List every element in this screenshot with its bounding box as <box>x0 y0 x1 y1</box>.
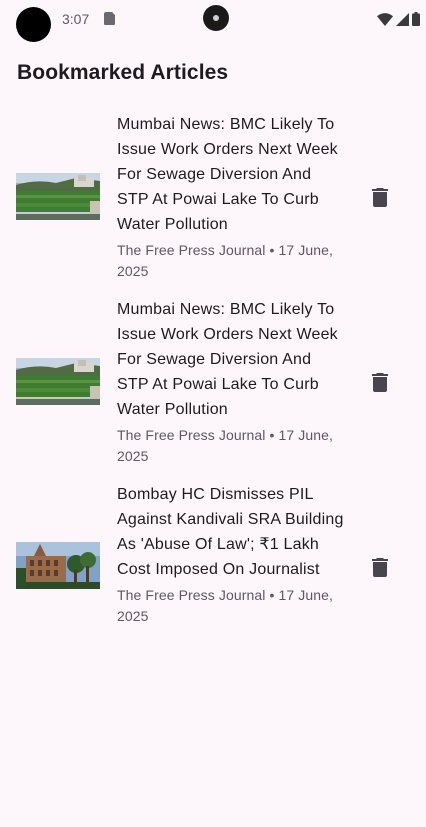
front-camera-cutout <box>16 7 51 42</box>
article-thumbnail-court <box>16 542 100 589</box>
article-thumbnail-lake <box>16 173 100 220</box>
article-headline[interactable]: Mumbai News: BMC Likely To Issue Work Or… <box>117 297 345 422</box>
page-title: Bookmarked Articles <box>17 61 229 84</box>
high-court-building-image <box>16 542 100 589</box>
article-thumbnail-lake <box>16 358 100 405</box>
cell-signal-icon <box>396 12 409 26</box>
article-list-item[interactable]: Bombay HC Dismisses PIL Against Kandival… <box>0 478 426 663</box>
article-headline[interactable]: Bombay HC Dismisses PIL Against Kandival… <box>117 482 345 582</box>
article-text: Bombay HC Dismisses PIL Against Kandival… <box>117 482 345 627</box>
status-time: 3:07 <box>62 11 90 27</box>
notch-camera <box>203 5 229 31</box>
article-source-date: The Free Press Journal • 17 June, 2025 <box>117 242 333 279</box>
lake-landscape-image <box>16 358 100 405</box>
sim-card-icon <box>104 12 115 25</box>
article-text: Mumbai News: BMC Likely To Issue Work Or… <box>117 112 345 282</box>
lake-landscape-image <box>16 173 100 220</box>
delete-bookmark-button[interactable] <box>368 185 392 209</box>
screen: 3:07 Bookmarked Articles Mumbai News: BM… <box>0 0 426 827</box>
article-text: Mumbai News: BMC Likely To Issue Work Or… <box>117 297 345 467</box>
delete-icon <box>372 187 388 207</box>
status-bar: 3:07 <box>0 0 426 44</box>
article-headline[interactable]: Mumbai News: BMC Likely To Issue Work Or… <box>117 112 345 237</box>
system-icons <box>377 11 420 27</box>
bookmarked-article-list: Mumbai News: BMC Likely To Issue Work Or… <box>0 108 426 663</box>
article-source-date: The Free Press Journal • 17 June, 2025 <box>117 587 333 624</box>
article-source-date: The Free Press Journal • 17 June, 2025 <box>117 427 333 464</box>
delete-icon <box>372 372 388 392</box>
wifi-icon <box>377 12 393 26</box>
delete-bookmark-button[interactable] <box>368 555 392 579</box>
delete-bookmark-button[interactable] <box>368 370 392 394</box>
delete-icon <box>372 557 388 577</box>
article-list-item[interactable]: Mumbai News: BMC Likely To Issue Work Or… <box>0 108 426 293</box>
battery-icon <box>412 12 420 26</box>
article-list-item[interactable]: Mumbai News: BMC Likely To Issue Work Or… <box>0 293 426 478</box>
